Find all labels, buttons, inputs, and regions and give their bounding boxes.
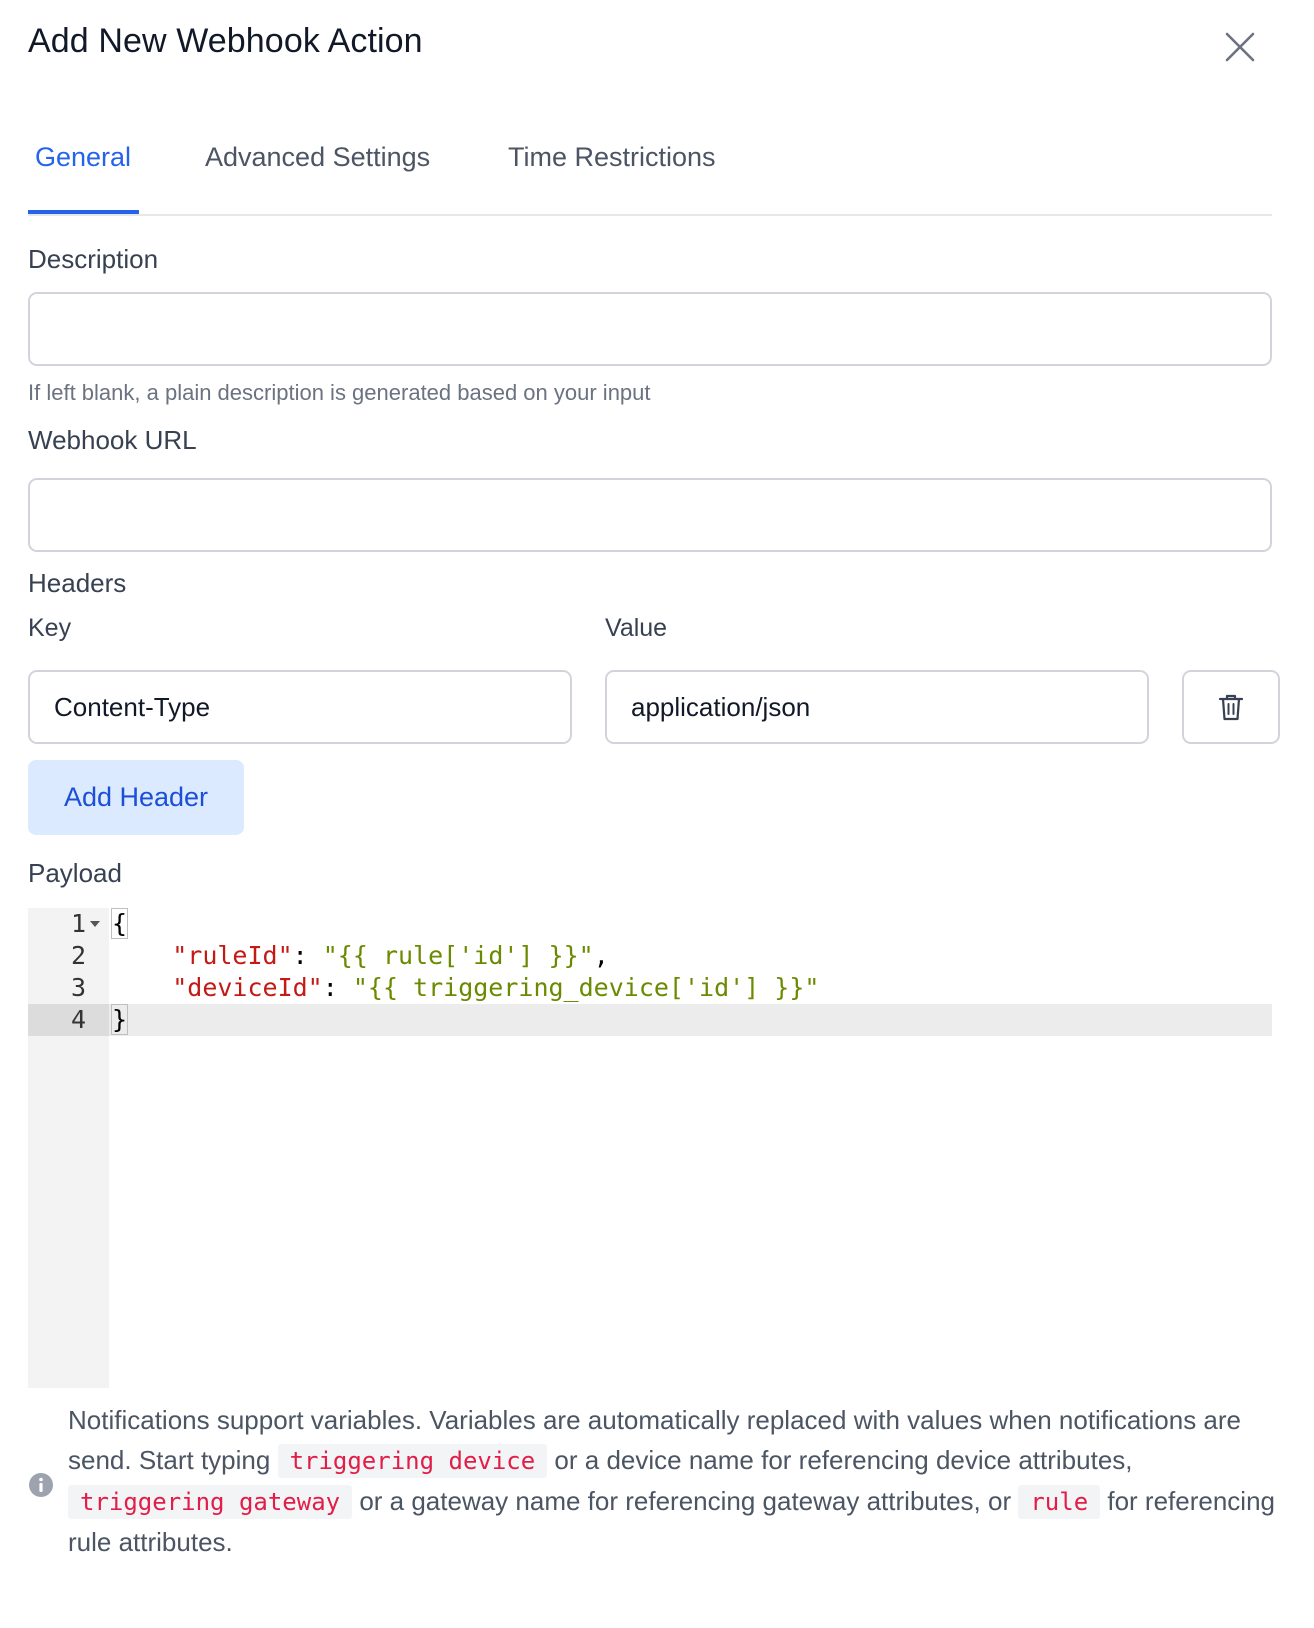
header-key-input[interactable] [28, 670, 572, 744]
variable-chip-triggering-gateway: triggering gateway [68, 1485, 353, 1519]
dialog-title: Add New Webhook Action [28, 22, 423, 60]
payload-label: Payload [28, 858, 122, 888]
info-icon [29, 1473, 53, 1497]
line-number: 3 [70, 973, 86, 1002]
code-json-value: "{{ rule['id'] }}" [322, 941, 594, 970]
line-number: 1 [70, 909, 86, 938]
close-button[interactable] [1220, 27, 1260, 67]
variable-chip-triggering-device: triggering device [277, 1444, 548, 1478]
tab-advanced-settings[interactable]: Advanced Settings [205, 142, 430, 173]
payload-code-editor[interactable]: 1 2 3 4 { "ruleId": "{{ rule['id'] }}", … [28, 908, 1272, 1388]
notice-text-part: or a gateway name for referencing gatewa… [352, 1486, 1019, 1516]
tab-time-restrictions[interactable]: Time Restrictions [508, 142, 716, 173]
code-json-key: "deviceId" [172, 973, 323, 1002]
code-separator: : [292, 941, 323, 970]
line-number: 4 [70, 1005, 86, 1034]
code-brace-open: { [110, 908, 129, 939]
code-line: { [110, 908, 129, 940]
code-line: "ruleId": "{{ rule['id'] }}", [112, 940, 609, 972]
active-tab-indicator [28, 210, 139, 214]
code-brace-close: } [110, 1004, 129, 1035]
description-helper-text: If left blank, a plain description is ge… [28, 380, 651, 405]
trash-icon [1218, 694, 1244, 721]
tab-general[interactable]: General [35, 142, 131, 173]
notice-text-part: or a device name for referencing device … [547, 1445, 1133, 1475]
code-line: } [110, 1004, 129, 1036]
delete-header-button[interactable] [1182, 670, 1280, 744]
notice-text: Notifications support variables. Variabl… [68, 1400, 1278, 1562]
headers-label: Headers [28, 568, 127, 598]
close-icon [1225, 32, 1255, 62]
header-key-label: Key [28, 614, 72, 642]
code-line: "deviceId": "{{ triggering_device['id'] … [112, 972, 819, 1004]
active-line-highlight [28, 1004, 1272, 1036]
tab-bar: General Advanced Settings Time Restricti… [28, 130, 1272, 216]
code-separator: : [322, 973, 353, 1002]
description-input[interactable] [28, 292, 1272, 366]
line-number: 2 [70, 941, 86, 970]
add-header-button[interactable]: Add Header [28, 760, 244, 835]
webhook-url-input[interactable] [28, 478, 1272, 552]
header-value-input[interactable] [605, 670, 1149, 744]
code-json-key: "ruleId" [172, 941, 293, 970]
description-label: Description [28, 244, 159, 274]
code-json-value: "{{ triggering_device['id'] }}" [352, 973, 820, 1002]
webhook-url-label: Webhook URL [28, 425, 197, 455]
code-comma: , [593, 941, 609, 970]
header-value-label: Value [605, 614, 668, 642]
fold-arrow-icon[interactable] [90, 921, 100, 927]
variable-chip-rule: rule [1018, 1485, 1101, 1519]
